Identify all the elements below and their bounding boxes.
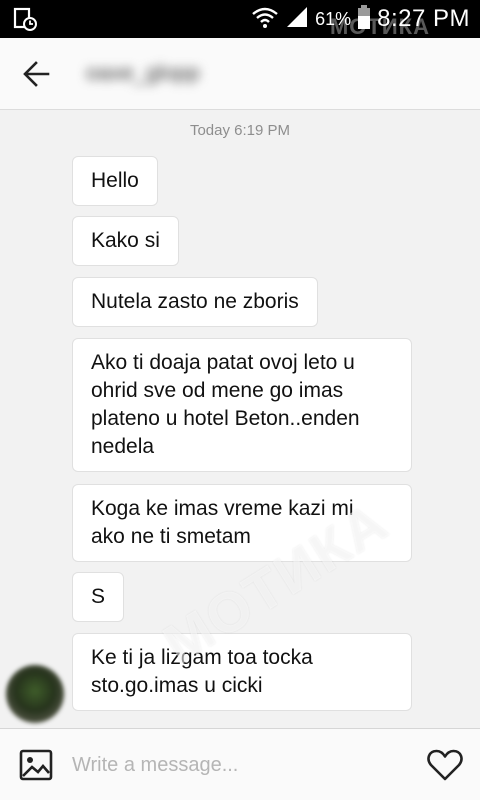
message-input[interactable]	[72, 747, 392, 783]
back-arrow-icon	[23, 61, 50, 87]
battery-icon	[357, 4, 371, 35]
signal-icon	[285, 5, 309, 34]
gallery-button[interactable]	[18, 747, 54, 783]
message-composer	[0, 728, 480, 800]
message-bubble[interactable]: S	[72, 572, 125, 622]
message-bubble[interactable]: Ke ti ja lizgam toa tocka sto.go.imas u …	[72, 633, 412, 711]
battery-percent: 61%	[315, 8, 352, 29]
like-button[interactable]	[426, 747, 464, 783]
message-bubble[interactable]: Ako ti doaja patat ovoj leto u ohrid sve…	[72, 338, 412, 472]
back-button[interactable]	[18, 56, 54, 92]
clock: 8:27 PM	[377, 5, 470, 32]
message-bubble[interactable]: Koga ke imas vreme kazi mi ako ne ti sme…	[72, 484, 412, 562]
message-bubble[interactable]: Nutela zasto ne zboris	[72, 277, 318, 327]
status-bar: МОТИКА 61% 8:27 PM	[0, 0, 480, 39]
message-bubble[interactable]: Kako si	[72, 216, 179, 266]
heart-icon	[427, 749, 463, 781]
chat-header: oaxe_glopp	[0, 38, 480, 110]
screenshot-icon	[12, 6, 38, 32]
message-list[interactable]: Today 6:19 PM Hello Kako si Nutela zasto…	[0, 110, 480, 728]
sender-avatar[interactable]	[6, 665, 64, 723]
contact-name[interactable]: oaxe_glopp	[86, 60, 200, 86]
message-timestamp: Today 6:19 PM	[189, 122, 291, 139]
wifi-icon	[251, 5, 279, 34]
message-bubble[interactable]: Hello	[72, 156, 158, 206]
image-icon	[19, 749, 53, 781]
